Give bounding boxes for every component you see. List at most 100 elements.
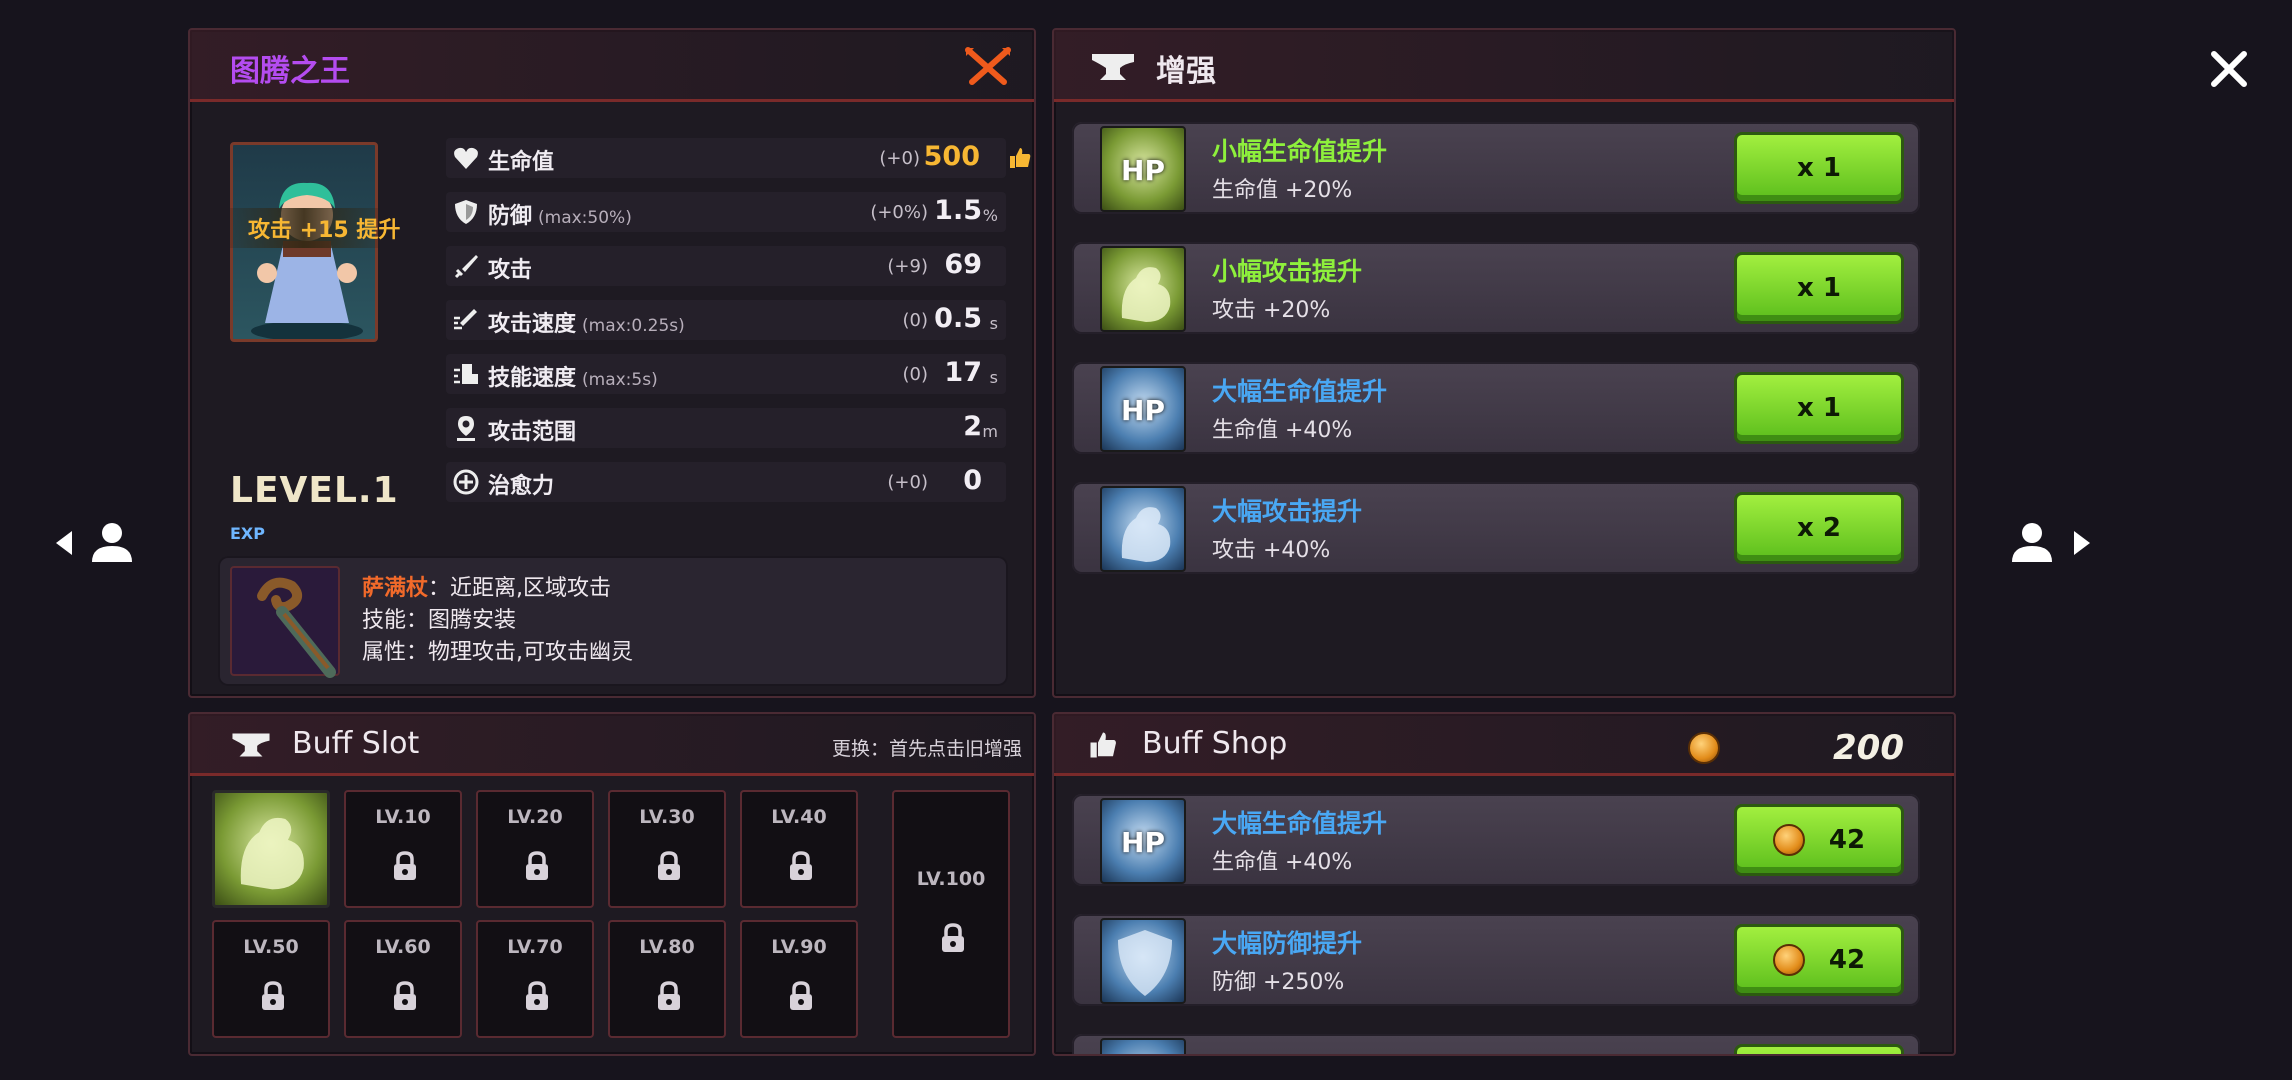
thumbs-up-icon bbox=[1090, 732, 1116, 758]
next-hero-button[interactable] bbox=[2008, 518, 2092, 568]
stat-name: 技能速度 bbox=[488, 366, 577, 391]
buff-slot-locked[interactable]: LV.10 bbox=[344, 790, 462, 908]
enhance-item-name: 小幅生命值提升 bbox=[1212, 137, 1388, 166]
lock-icon bbox=[790, 981, 812, 1010]
stat-delta: (+0) bbox=[879, 148, 920, 169]
enhance-item[interactable]: HP 小幅生命值提升 生命值 +20% x 1 bbox=[1072, 122, 1920, 214]
use-enhance-button[interactable]: x 1 bbox=[1734, 252, 1904, 324]
stat-unit: % bbox=[982, 206, 998, 225]
coin-icon bbox=[1688, 732, 1720, 764]
stat-sub: (max:0.25s) bbox=[582, 316, 685, 336]
lock-icon bbox=[658, 981, 680, 1010]
prev-hero-icon bbox=[56, 523, 132, 562]
lock-icon bbox=[942, 923, 964, 952]
buff-slot-locked[interactable]: LV.90 bbox=[740, 920, 858, 1038]
stat-value: 17 bbox=[944, 357, 982, 388]
stat-value: 69 bbox=[944, 249, 982, 280]
weapon-thumb bbox=[230, 566, 340, 678]
shop-item[interactable]: HP 大幅生命值提升 生命值 +40% 42 bbox=[1072, 794, 1920, 886]
shop-item-name: 大幅防御提升 bbox=[1212, 929, 1363, 958]
stat-unit: m bbox=[982, 422, 998, 441]
buff-shop-title: Buff Shop bbox=[1142, 726, 1288, 761]
enhance-item-name: 大幅生命值提升 bbox=[1212, 377, 1388, 406]
stat-row-skill-speed: 技能速度 (max:5s) (0) 17 s bbox=[446, 354, 1006, 394]
stat-value: 0 bbox=[963, 465, 982, 496]
price: 42 bbox=[1828, 945, 1866, 975]
buff-slot-locked[interactable]: LV.70 bbox=[476, 920, 594, 1038]
shop-item-partial[interactable] bbox=[1072, 1034, 1920, 1054]
stat-value: 500 bbox=[923, 141, 980, 172]
buy-button-partial[interactable] bbox=[1734, 1044, 1904, 1054]
buff-slot-hint: 更换：首先点击旧增强 bbox=[831, 738, 1022, 760]
buff-slot-locked[interactable]: LV.20 bbox=[476, 790, 594, 908]
hero-title: 图腾之王 bbox=[230, 54, 350, 89]
enhance-item[interactable]: 小幅攻击提升 攻击 +20% x 1 bbox=[1072, 242, 1920, 334]
buy-button[interactable]: 42 bbox=[1734, 804, 1904, 876]
stat-name: 攻击范围 bbox=[488, 420, 577, 445]
skill-speed-icon bbox=[454, 364, 478, 384]
lock-icon bbox=[394, 981, 416, 1010]
buff-slot-big-locked[interactable]: LV.100 bbox=[892, 790, 1010, 1038]
buff-slot-locked[interactable]: LV.30 bbox=[608, 790, 726, 908]
weapon-name: 萨满杖 bbox=[362, 576, 429, 601]
hp-buff-icon: HP bbox=[1100, 126, 1186, 212]
stat-name: 攻击速度 bbox=[488, 312, 577, 337]
coin-balance: 200 bbox=[1833, 728, 1904, 768]
coin-icon bbox=[1772, 944, 1805, 976]
stat-row-hp: 生命值 (+0) 500 bbox=[446, 138, 1006, 178]
use-enhance-button[interactable]: x 1 bbox=[1734, 132, 1904, 204]
crossed-swords-icon bbox=[965, 47, 1011, 85]
level-text: LEVEL.1 bbox=[230, 470, 399, 511]
shop-item-desc: 生命值 +40% bbox=[1212, 850, 1353, 875]
enhance-item-name: 大幅攻击提升 bbox=[1212, 497, 1363, 526]
shield-icon bbox=[455, 200, 477, 224]
stat-row-range: 攻击范围 2 m bbox=[446, 408, 1006, 448]
portrait-bonus-text: 攻击 +15 提升 bbox=[248, 218, 401, 243]
buff-shop-header: Buff Shop 200 bbox=[1054, 714, 1954, 776]
stat-name: 生命值 bbox=[488, 150, 555, 175]
enhance-item-desc: 攻击 +20% bbox=[1212, 298, 1331, 323]
stat-delta: (+0) bbox=[887, 472, 928, 493]
buy-button[interactable]: 42 bbox=[1734, 924, 1904, 996]
buff-slot-locked[interactable]: LV.50 bbox=[212, 920, 330, 1038]
defense-buff-icon bbox=[1100, 918, 1186, 1004]
buff-slot-locked[interactable]: LV.80 bbox=[608, 920, 726, 1038]
stat-row-attack: 攻击 (+9) 69 bbox=[446, 246, 1006, 286]
prev-hero-button[interactable] bbox=[54, 518, 138, 568]
enhance-item-desc: 生命值 +20% bbox=[1212, 178, 1353, 203]
enhance-item-desc: 生命值 +40% bbox=[1212, 418, 1353, 443]
flexed-arm-icon bbox=[1121, 267, 1171, 322]
stat-unit: s bbox=[989, 314, 998, 333]
heart-icon bbox=[454, 147, 478, 169]
buff-slot-locked[interactable]: LV.40 bbox=[740, 790, 858, 908]
buff-slot-filled[interactable] bbox=[212, 790, 330, 908]
enhance-item[interactable]: HP 大幅生命值提升 生命值 +40% x 1 bbox=[1072, 362, 1920, 454]
buff-slot-panel: Buff Slot 更换：首先点击旧增强 LV.10 LV.20 LV.30 L… bbox=[188, 712, 1036, 1056]
lock-icon bbox=[526, 981, 548, 1010]
stat-name: 治愈力 bbox=[488, 474, 555, 499]
stat-delta: (0) bbox=[902, 310, 929, 331]
close-button[interactable] bbox=[2208, 48, 2250, 90]
use-enhance-button[interactable]: x 2 bbox=[1734, 492, 1904, 564]
weapon-range: ：近距离,区域攻击 bbox=[428, 576, 612, 601]
buff-slot-locked[interactable]: LV.60 bbox=[344, 920, 462, 1038]
stat-sub: (max:50%) bbox=[538, 208, 632, 228]
attack-buff-icon bbox=[1100, 486, 1186, 572]
sword-icon bbox=[454, 255, 478, 279]
weapon-card: 萨满杖：近距离,区域攻击 技能：图腾安装 属性：物理攻击,可攻击幽灵 bbox=[218, 556, 1008, 686]
lock-icon bbox=[394, 851, 416, 880]
stat-name: 防御 bbox=[488, 204, 533, 229]
shop-item[interactable]: 大幅防御提升 防御 +250% 42 bbox=[1072, 914, 1920, 1006]
staff-icon bbox=[257, 577, 336, 678]
coin-icon bbox=[1772, 824, 1805, 856]
use-enhance-button[interactable]: x 1 bbox=[1734, 372, 1904, 444]
stat-name: 攻击 bbox=[488, 258, 533, 283]
lock-icon bbox=[526, 851, 548, 880]
price: 42 bbox=[1828, 825, 1866, 855]
enhance-header: 增强 bbox=[1054, 30, 1954, 102]
enhance-item[interactable]: 大幅攻击提升 攻击 +40% x 2 bbox=[1072, 482, 1920, 574]
shield-icon bbox=[1118, 930, 1172, 996]
hero-header: 图腾之王 bbox=[190, 30, 1034, 102]
stat-value: 1.5 bbox=[934, 195, 982, 226]
weapon-line1: 萨满杖：近距离,区域攻击 bbox=[362, 570, 611, 602]
